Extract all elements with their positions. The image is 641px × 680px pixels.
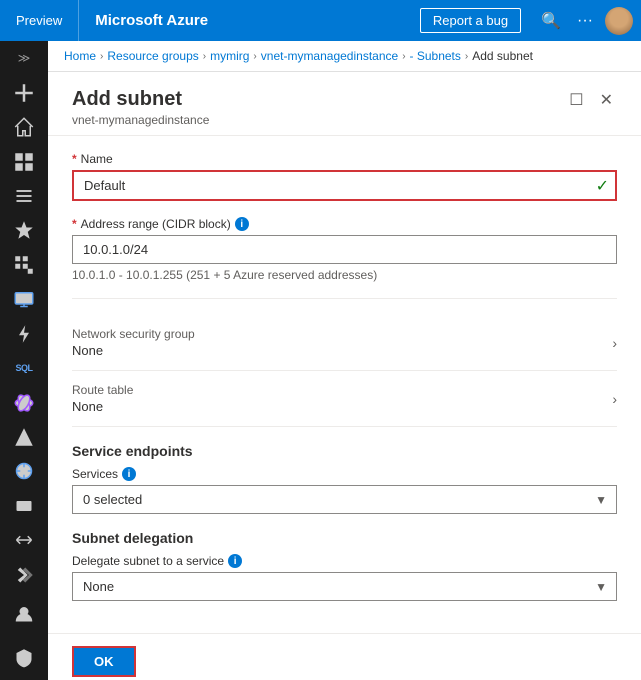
- route-value: None: [72, 399, 133, 414]
- sidebar: ≫ SQL: [0, 41, 48, 680]
- preview-label[interactable]: Preview: [0, 0, 79, 41]
- panel-body: * Name ✓ * Address range (CIDR block) i: [48, 136, 641, 633]
- address-required-marker: *: [72, 217, 77, 231]
- delegate-dropdown[interactable]: None: [72, 572, 617, 601]
- breadcrumb-sep-4: ›: [402, 51, 405, 62]
- address-hint: 10.0.1.0 - 10.0.1.255 (251 + 5 Azure res…: [72, 268, 617, 282]
- sidebar-item-favorites[interactable]: [0, 213, 48, 247]
- sidebar-item-monitor[interactable]: [0, 420, 48, 454]
- breadcrumb-resource-groups[interactable]: Resource groups: [107, 49, 198, 63]
- main-layout: ≫ SQL: [0, 41, 641, 680]
- nsg-value: None: [72, 343, 195, 358]
- name-input[interactable]: [72, 170, 617, 201]
- breadcrumb-sep-5: ›: [465, 51, 468, 62]
- sidebar-item-vm[interactable]: [0, 282, 48, 316]
- route-label: Route table: [72, 383, 133, 397]
- topbar: Preview Microsoft Azure Report a bug 🔍 ·…: [0, 0, 641, 41]
- service-endpoints-title: Service endpoints: [72, 443, 617, 459]
- sidebar-item-kubernetes[interactable]: [0, 454, 48, 488]
- sidebar-item-account[interactable]: [0, 592, 48, 636]
- close-button[interactable]: ✕: [596, 88, 617, 112]
- route-row[interactable]: Route table None ›: [72, 371, 617, 427]
- app-title: Microsoft Azure: [79, 12, 420, 29]
- nsg-chevron-icon: ›: [612, 335, 617, 351]
- panel-controls: ☐ ✕: [565, 88, 617, 112]
- content-area: Home › Resource groups › mymirg › vnet-m…: [48, 41, 641, 680]
- search-icon[interactable]: 🔍: [537, 7, 565, 35]
- breadcrumb-sep-3: ›: [253, 51, 256, 62]
- panel-footer: OK: [48, 633, 641, 680]
- topbar-icons: 🔍 ···: [529, 7, 641, 35]
- nsg-row[interactable]: Network security group None ›: [72, 315, 617, 371]
- route-chevron-icon: ›: [612, 391, 617, 407]
- sidebar-item-home[interactable]: [0, 110, 48, 144]
- user-avatar[interactable]: [605, 7, 633, 35]
- sidebar-item-cosmos[interactable]: [0, 385, 48, 419]
- services-field-group: Services i 0 selected ▼: [72, 467, 617, 514]
- panel-header: Add subnet vnet-mymanagedinstance ☐ ✕: [48, 72, 641, 136]
- sidebar-item-functions[interactable]: [0, 558, 48, 592]
- sidebar-item-create[interactable]: [0, 75, 48, 109]
- panel-title: Add subnet: [72, 88, 209, 111]
- breadcrumb-current: Add subnet: [472, 49, 533, 63]
- breadcrumb-sep-2: ›: [203, 51, 206, 62]
- report-bug-button[interactable]: Report a bug: [420, 8, 521, 33]
- breadcrumb-home[interactable]: Home: [64, 49, 96, 63]
- services-dropdown-wrapper: 0 selected ▼: [72, 485, 617, 514]
- more-options-icon[interactable]: ···: [573, 8, 597, 34]
- sidebar-item-lightning[interactable]: [0, 317, 48, 351]
- name-checkmark-icon: ✓: [596, 176, 609, 196]
- services-label: Services i: [72, 467, 617, 481]
- breadcrumb-sep-1: ›: [100, 51, 103, 62]
- sidebar-item-api[interactable]: [0, 523, 48, 557]
- nsg-info: Network security group None: [72, 327, 195, 358]
- delegate-field-group: Delegate subnet to a service i None ▼: [72, 554, 617, 601]
- maximize-button[interactable]: ☐: [565, 88, 587, 112]
- services-info-icon[interactable]: i: [122, 467, 136, 481]
- sidebar-bottom: [0, 592, 48, 680]
- breadcrumb-subnets[interactable]: - Subnets: [410, 49, 461, 63]
- sidebar-item-all-services[interactable]: [0, 179, 48, 213]
- services-dropdown[interactable]: 0 selected: [72, 485, 617, 514]
- breadcrumb-mymirg[interactable]: mymirg: [210, 49, 249, 63]
- sidebar-item-shield[interactable]: [0, 636, 48, 680]
- name-label: * Name: [72, 152, 617, 166]
- divider-1: [72, 298, 617, 299]
- breadcrumb-vnet[interactable]: vnet-mymanagedinstance: [261, 49, 398, 63]
- address-field-group: * Address range (CIDR block) i 10.0.1.0 …: [72, 217, 617, 282]
- name-field-group: * Name ✓: [72, 152, 617, 201]
- sidebar-item-dashboard[interactable]: [0, 144, 48, 178]
- address-info-icon[interactable]: i: [235, 217, 249, 231]
- route-info: Route table None: [72, 383, 133, 414]
- ok-button[interactable]: OK: [72, 646, 136, 677]
- delegate-dropdown-wrapper: None ▼: [72, 572, 617, 601]
- name-input-wrapper: ✓: [72, 170, 617, 201]
- panel-title-section: Add subnet vnet-mymanagedinstance: [72, 88, 209, 127]
- address-input[interactable]: [72, 235, 617, 264]
- breadcrumb: Home › Resource groups › mymirg › vnet-m…: [48, 41, 641, 72]
- subnet-delegation-title: Subnet delegation: [72, 530, 617, 546]
- panel-subtitle: vnet-mymanagedinstance: [72, 113, 209, 127]
- sidebar-item-sql[interactable]: SQL: [0, 351, 48, 385]
- sidebar-item-expand[interactable]: ≫: [0, 41, 48, 75]
- nsg-label: Network security group: [72, 327, 195, 341]
- sidebar-item-storage[interactable]: [0, 489, 48, 523]
- sidebar-item-resources[interactable]: [0, 248, 48, 282]
- address-label: * Address range (CIDR block) i: [72, 217, 617, 231]
- panel: Add subnet vnet-mymanagedinstance ☐ ✕ * …: [48, 72, 641, 680]
- delegate-label: Delegate subnet to a service i: [72, 554, 617, 568]
- delegate-info-icon[interactable]: i: [228, 554, 242, 568]
- name-required-marker: *: [72, 152, 77, 166]
